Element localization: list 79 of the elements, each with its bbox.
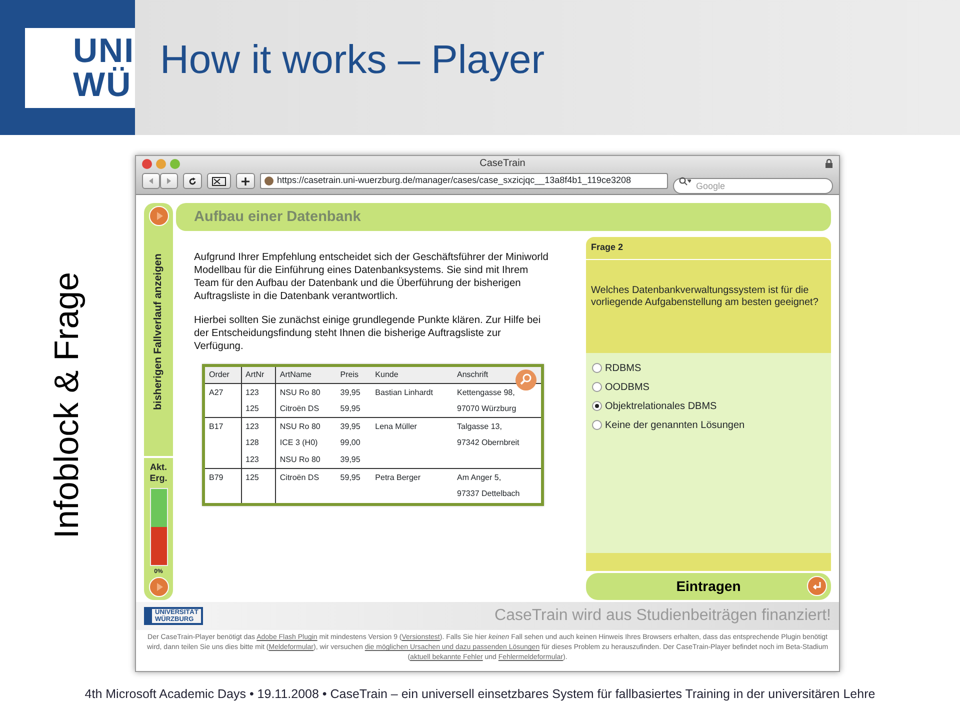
table-cell-text: 99,00	[339, 437, 362, 450]
forward-arrow-icon	[165, 177, 173, 185]
zoom-button[interactable]	[170, 158, 180, 168]
table-cell: NSU Ro 80	[275, 384, 336, 401]
reload-button[interactable]	[183, 173, 202, 189]
column-header: Order	[205, 367, 241, 384]
table-cell: B79	[205, 468, 241, 486]
table-cell: 59,95	[336, 468, 372, 486]
university-logo: UNI WÜ	[25, 28, 135, 108]
play-button[interactable]	[148, 577, 168, 598]
magnifier-icon[interactable]	[515, 369, 537, 392]
table-cell-text: 97337 Dettelbach	[456, 488, 521, 500]
snippet-icon	[212, 176, 226, 186]
site-icon	[264, 176, 274, 186]
side-label: Infoblock & Frage	[47, 272, 87, 538]
snippet-button[interactable]	[207, 173, 231, 189]
table-cell: Petra Berger	[371, 468, 454, 486]
table-cell: 39,95	[336, 418, 372, 435]
enter-icon	[807, 576, 827, 596]
slide-footer: 4th Microsoft Academic Days • 19.11.2008 • CaseTrain – ein universell einsetzbares System für fallbasiertes Training in der universitären Lehre	[84, 687, 876, 701]
submit-button[interactable]: Eintragen	[586, 573, 831, 600]
lock-icon	[825, 159, 833, 168]
table-cell: ICE 3 (H0)	[275, 434, 336, 452]
table-cell: 123	[241, 452, 276, 469]
option-label[interactable]: Objektrelationales DBMS	[605, 398, 717, 414]
table-cell: NSU Ro 80	[275, 418, 336, 435]
table-cell: Citroën DS	[275, 400, 336, 418]
plus-icon	[241, 176, 250, 186]
case-paragraph: Hierbei sollten Sie zunächst einige grundlegende Punkte klären. Zur Hilfe bei der Entscheidungsfindung steht Ihnen die bisherige Auftragsliste zur Verfügung.	[194, 314, 542, 354]
back-button[interactable]	[142, 173, 160, 189]
option-label[interactable]: RDBMS	[605, 360, 642, 376]
reload-icon	[188, 176, 197, 186]
table-cell: 123	[241, 384, 276, 401]
table-cell: Citroën DS	[275, 468, 336, 486]
table-cell: B17	[205, 418, 241, 435]
radio-button[interactable]	[592, 420, 602, 430]
play-button[interactable]	[148, 206, 168, 226]
minimize-button[interactable]	[156, 158, 166, 168]
address-field[interactable]: https://casetrain.uni-wuerzburg.de/manager/cases/case_sxzicjqc__13a8f4b1_119ce3208	[260, 173, 668, 189]
table-cell: 123	[241, 418, 276, 435]
table-cell: 125	[241, 400, 276, 418]
table-cell: 39,95	[336, 384, 372, 401]
table-cell: 128	[241, 434, 276, 452]
column-header: Kunde	[371, 367, 454, 384]
result-label: Akt. Erg.	[148, 462, 168, 484]
table-cell: Lena Müller	[371, 418, 454, 435]
slide-title: How it works – Player	[160, 40, 545, 80]
table-cell: 125	[241, 468, 276, 486]
radio-button[interactable]	[592, 401, 602, 412]
close-button[interactable]	[142, 158, 152, 168]
slogan: CaseTrain wird aus Studienbeiträgen finanziert!	[494, 606, 831, 626]
table-cell: NSU Ro 80	[275, 452, 336, 469]
table-cell: 97070 Würzburg	[453, 400, 541, 418]
table-cell: Bastian Linhardt	[371, 384, 454, 401]
option-label[interactable]: OODBMS	[605, 380, 650, 395]
back-arrow-icon	[147, 177, 155, 185]
table-cell: Am Anger 5,	[453, 468, 541, 486]
table-cell: A27	[205, 384, 241, 401]
radio-button[interactable]	[592, 363, 602, 374]
table-cell: 59,95	[336, 400, 372, 418]
column-header: Preis	[336, 367, 372, 384]
case-paragraph: Aufgrund Ihrer Empfehlung entscheidet sich der Geschäftsführer der Miniworld Modellbau für die Einführung eines Datenbanksystems. Sie sind mit Ihrem Team für den Aufbau der Datenbank und die Überführung der bisherigen Auftragsliste in die Datenbank verantwortlich.	[194, 251, 550, 304]
question-heading: Frage 2	[586, 237, 831, 260]
radio-button[interactable]	[592, 382, 602, 392]
table-cell-text: 97342 Obernbreit	[456, 437, 520, 450]
option-label[interactable]: Keine der genannten Lösungen	[605, 418, 745, 433]
case-title: Aufbau einer Datenbank	[176, 203, 831, 232]
question-text: Welches Datenbankverwaltungssystem ist für die vorliegende Aufgabenstellung am besten geeignet?	[586, 260, 831, 353]
history-link[interactable]: bisherigen Fallverlauf anzeigen	[150, 232, 166, 432]
search-icon	[679, 177, 691, 186]
table-cell: Talgasse 13,	[453, 418, 541, 435]
table-cell: 39,95	[336, 452, 372, 469]
window-title: CaseTrain	[480, 158, 526, 169]
search-field[interactable]: Google	[673, 178, 833, 194]
column-header: ArtName	[275, 367, 336, 384]
table-cell: Kettengasse 98,	[453, 384, 541, 401]
column-header: ArtNr	[241, 367, 276, 384]
forward-button[interactable]	[160, 173, 178, 189]
add-bookmark-button[interactable]	[236, 173, 255, 189]
